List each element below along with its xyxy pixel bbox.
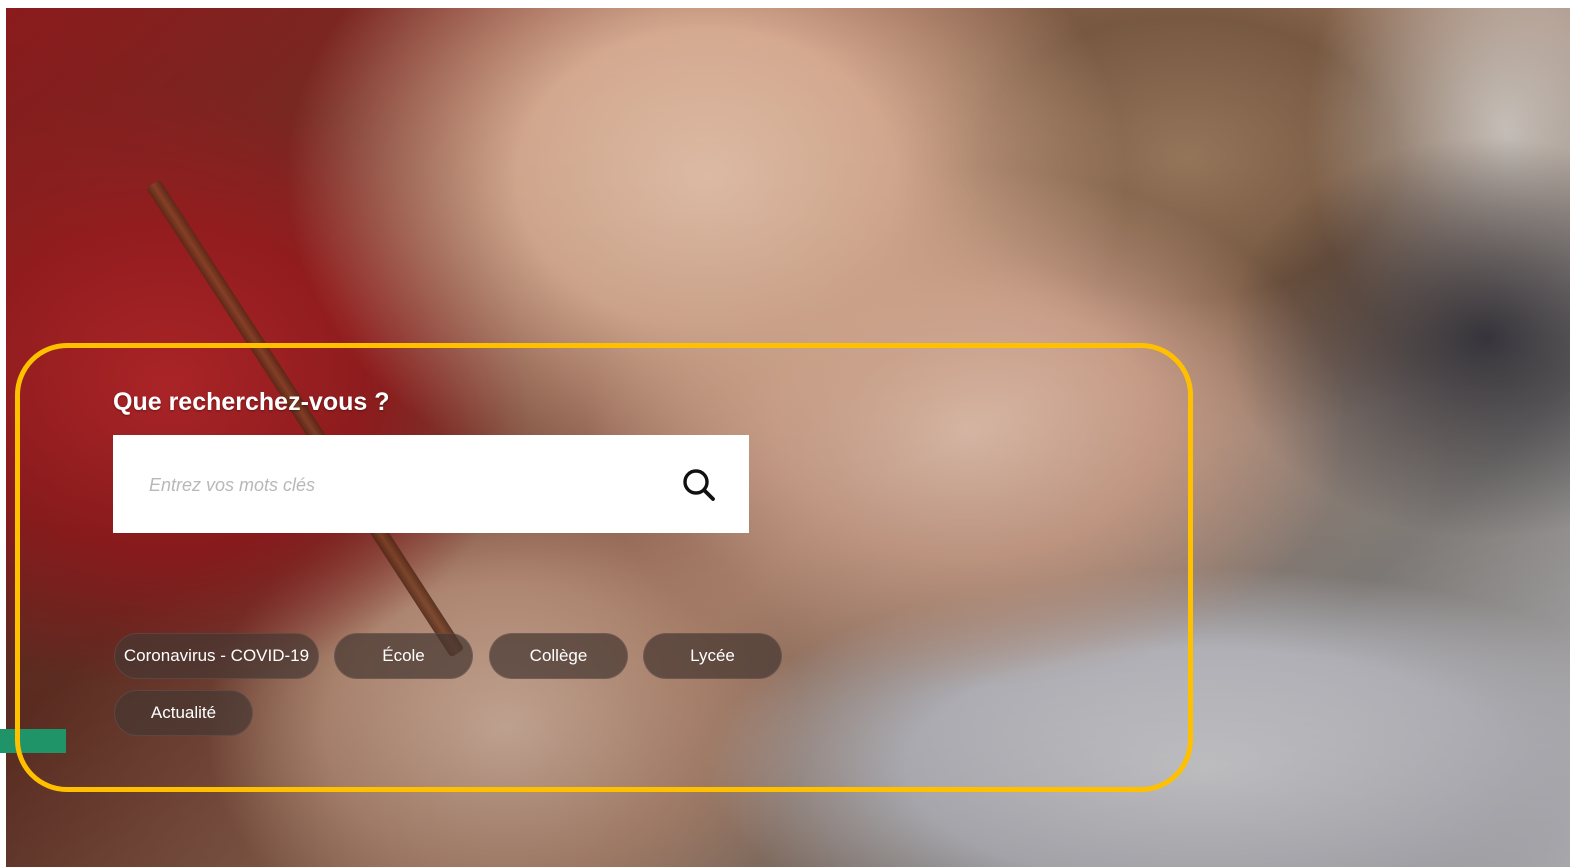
search-title: Que recherchez-vous ? — [113, 388, 390, 416]
search-icon — [683, 469, 715, 501]
tag-college[interactable]: Collège — [489, 633, 628, 679]
tag-lycee[interactable]: Lycée — [643, 633, 782, 679]
page: Que recherchez-vous ? Coronavirus - COVI… — [0, 0, 1570, 867]
tag-actualite[interactable]: Actualité — [114, 690, 253, 736]
search-input[interactable] — [147, 461, 671, 509]
search-box — [113, 435, 749, 533]
tag-ecole[interactable]: École — [334, 633, 473, 679]
tag-coronavirus[interactable]: Coronavirus - COVID-19 — [114, 633, 319, 679]
search-button[interactable] — [679, 465, 719, 505]
